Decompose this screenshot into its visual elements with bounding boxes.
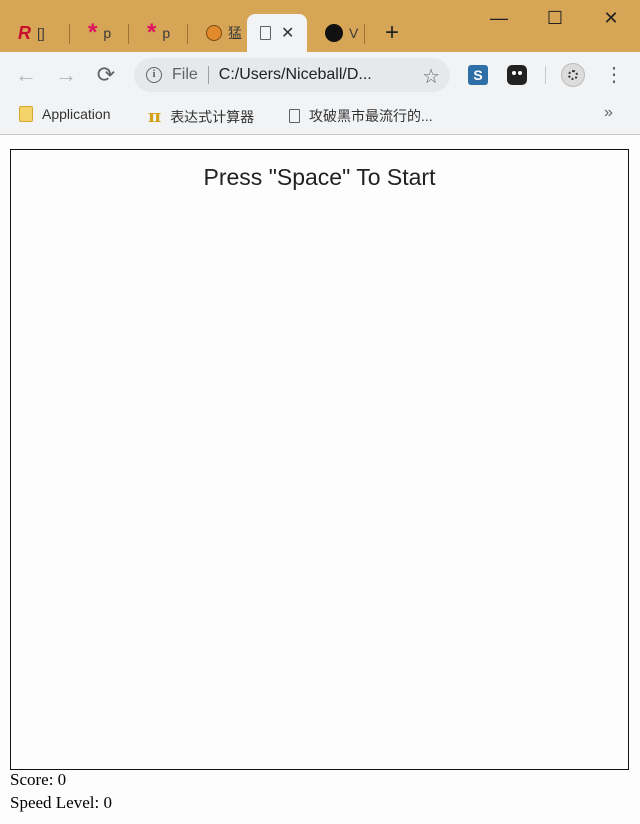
toolbar: ← → ⟳ i File C:/Users/Niceball/D... ☆ S … (0, 52, 640, 98)
tab-2[interactable]: * p (70, 14, 129, 52)
info-icon[interactable]: i (146, 67, 162, 83)
url-text[interactable]: C:/Users/Niceball/D... (219, 66, 372, 84)
url-scheme: File (172, 66, 198, 83)
bookmark-application[interactable]: Application (19, 106, 111, 122)
toolbar-divider (545, 66, 546, 84)
tab-separator (364, 24, 365, 44)
menu-icon[interactable]: ⋮ (604, 63, 624, 87)
forward-icon[interactable]: → (54, 63, 78, 87)
address-bar[interactable]: i File C:/Users/Niceball/D... ☆ (134, 58, 450, 92)
bookmark-calculator[interactable]: π 表达式计算器 (148, 106, 254, 127)
folder-icon (19, 106, 33, 122)
speed-level-label: Speed Level: 0 (10, 793, 112, 812)
url-divider (207, 66, 209, 84)
reload-icon[interactable]: ⟳ (94, 63, 118, 87)
profile-avatar[interactable] (561, 63, 585, 87)
github-icon (325, 24, 343, 42)
bookmark-article[interactable]: 攻破黑市最流行的... (289, 106, 433, 126)
tab-3[interactable]: * p (129, 14, 188, 52)
tab-label: p (162, 25, 171, 41)
bookmarks-bar: Application π 表达式计算器 攻破黑市最流行的... » (0, 98, 640, 135)
score-label: Score: 0 (10, 770, 67, 789)
bookmark-label: 攻破黑市最流行的... (309, 108, 433, 124)
tampermonkey-icon[interactable] (507, 65, 527, 85)
tab-strip: R [] * p * p 猛 ✕ V + — ☐ ✕ (0, 0, 640, 52)
minimize-icon[interactable]: — (484, 8, 514, 28)
more-bookmarks-icon[interactable]: » (604, 104, 613, 122)
tiger-icon (206, 25, 222, 41)
bookmark-label: 表达式计算器 (170, 108, 255, 125)
tab-label: [] (37, 25, 45, 41)
start-message: Press "Space" To Start (203, 164, 436, 190)
tab-label: V (349, 25, 359, 41)
page-icon (260, 26, 271, 40)
s-extension-icon[interactable]: S (468, 65, 488, 85)
close-tab-icon[interactable]: ✕ (281, 23, 294, 43)
tab-label: 猛 (228, 25, 242, 41)
new-tab-button[interactable]: + (380, 21, 404, 46)
page-icon (289, 109, 300, 123)
tab-1[interactable]: R [] (0, 14, 70, 52)
asterisk-pink-icon: * (88, 19, 98, 46)
tab-6[interactable]: V (307, 14, 365, 52)
star-icon[interactable]: ☆ (422, 64, 440, 89)
pi-icon: π (148, 106, 162, 127)
close-icon[interactable]: ✕ (596, 8, 626, 28)
bookmark-label: Application (42, 106, 111, 122)
r-logo-icon: R (18, 22, 31, 43)
asterisk-pink-icon: * (147, 19, 157, 46)
game-canvas[interactable]: Press "Space" To Start (10, 149, 629, 770)
tab-4[interactable]: 猛 (188, 14, 246, 52)
back-icon[interactable]: ← (14, 63, 38, 87)
tab-label: p (103, 25, 112, 41)
maximize-icon[interactable]: ☐ (540, 8, 570, 28)
tab-5-active[interactable]: ✕ (247, 14, 307, 52)
